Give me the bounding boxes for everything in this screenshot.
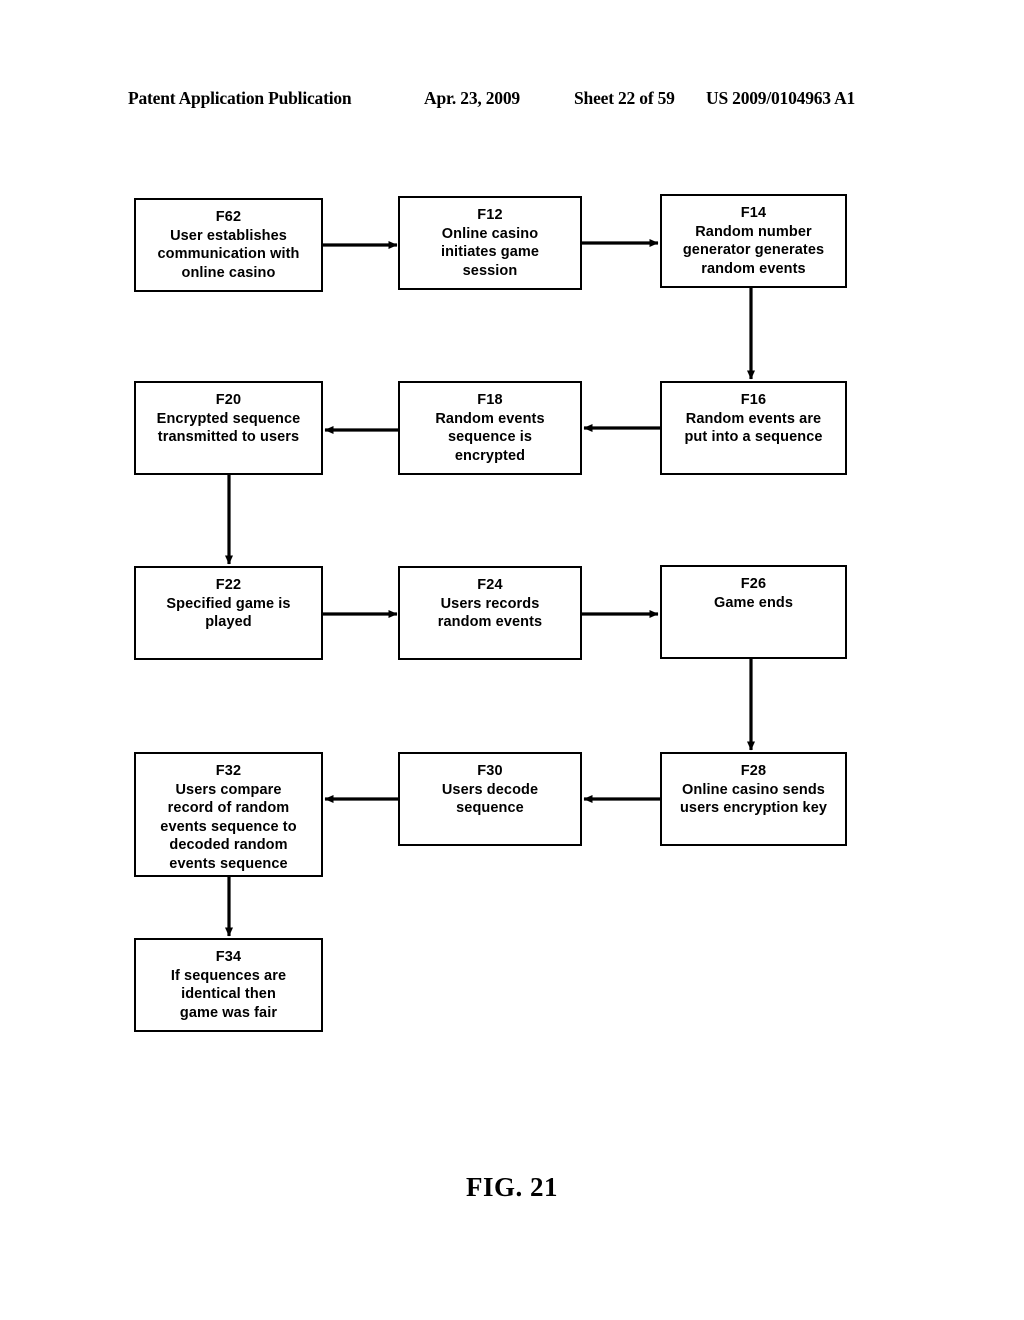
- node-text-label: Online casino initiates game session: [440, 225, 540, 279]
- flowchart-node-f30[interactable]: F30 Users decode sequence: [398, 752, 582, 846]
- node-id-label: F26: [740, 576, 767, 592]
- flowchart-node-f16[interactable]: F16 Random events are put into a sequenc…: [660, 381, 847, 475]
- node-id-label: F18: [477, 392, 503, 408]
- node-id-label: F22: [215, 577, 242, 593]
- node-id-label: F12: [477, 207, 503, 223]
- node-id-label: F34: [215, 949, 242, 965]
- flowchart-node-f34[interactable]: F34 If sequences are identical then game…: [134, 938, 323, 1032]
- flowchart-node-f26[interactable]: F26 Game ends: [660, 565, 847, 659]
- figure-caption: FIG. 21: [465, 1172, 558, 1202]
- node-id-label: F24: [477, 577, 503, 593]
- node-text-label: Game ends: [713, 594, 794, 611]
- flowchart-node-f62[interactable]: F62 User establishes communication with …: [134, 198, 323, 292]
- node-text-label: Users decode sequence: [441, 781, 539, 817]
- node-text-label: User establishes communication with onli…: [157, 227, 300, 281]
- node-text-label: Users compare record of random events se…: [160, 781, 297, 873]
- flowchart-diagram: F62 User establishes communication with …: [0, 0, 1024, 1320]
- node-text-label: Encrypted sequence transmitted to users: [156, 410, 301, 446]
- flowchart-node-f20[interactable]: F20 Encrypted sequence transmitted to us…: [134, 381, 323, 475]
- node-text-label: Random number generator generates random…: [682, 223, 825, 277]
- node-id-label: F14: [740, 205, 767, 221]
- node-text-label: Random events are put into a sequence: [684, 410, 823, 446]
- flowchart-node-f18[interactable]: F18 Random events sequence is encrypted: [398, 381, 582, 475]
- flowchart-node-f28[interactable]: F28 Online casino sends users encryption…: [660, 752, 847, 846]
- node-id-label: F62: [215, 209, 242, 225]
- node-id-label: F28: [740, 763, 767, 779]
- flowchart-node-f14[interactable]: F14 Random number generator generates ra…: [660, 194, 847, 288]
- node-text-label: Specified game is played: [166, 595, 291, 631]
- flowchart-node-f32[interactable]: F32 Users compare record of random event…: [134, 752, 323, 877]
- flowchart-node-f24[interactable]: F24 Users records random events: [398, 566, 582, 660]
- node-id-label: F16: [740, 392, 767, 408]
- flowchart-node-f12[interactable]: F12 Online casino initiates game session: [398, 196, 582, 290]
- node-text-label: If sequences are identical then game was…: [170, 967, 287, 1021]
- node-text-label: Users records random events: [437, 595, 543, 631]
- node-id-label: F20: [215, 392, 242, 408]
- node-id-label: F32: [215, 763, 242, 779]
- node-text-label: Online casino sends users encryption key: [679, 781, 828, 817]
- flowchart-node-f22[interactable]: F22 Specified game is played: [134, 566, 323, 660]
- node-text-label: Random events sequence is encrypted: [435, 410, 545, 464]
- node-id-label: F30: [477, 763, 503, 779]
